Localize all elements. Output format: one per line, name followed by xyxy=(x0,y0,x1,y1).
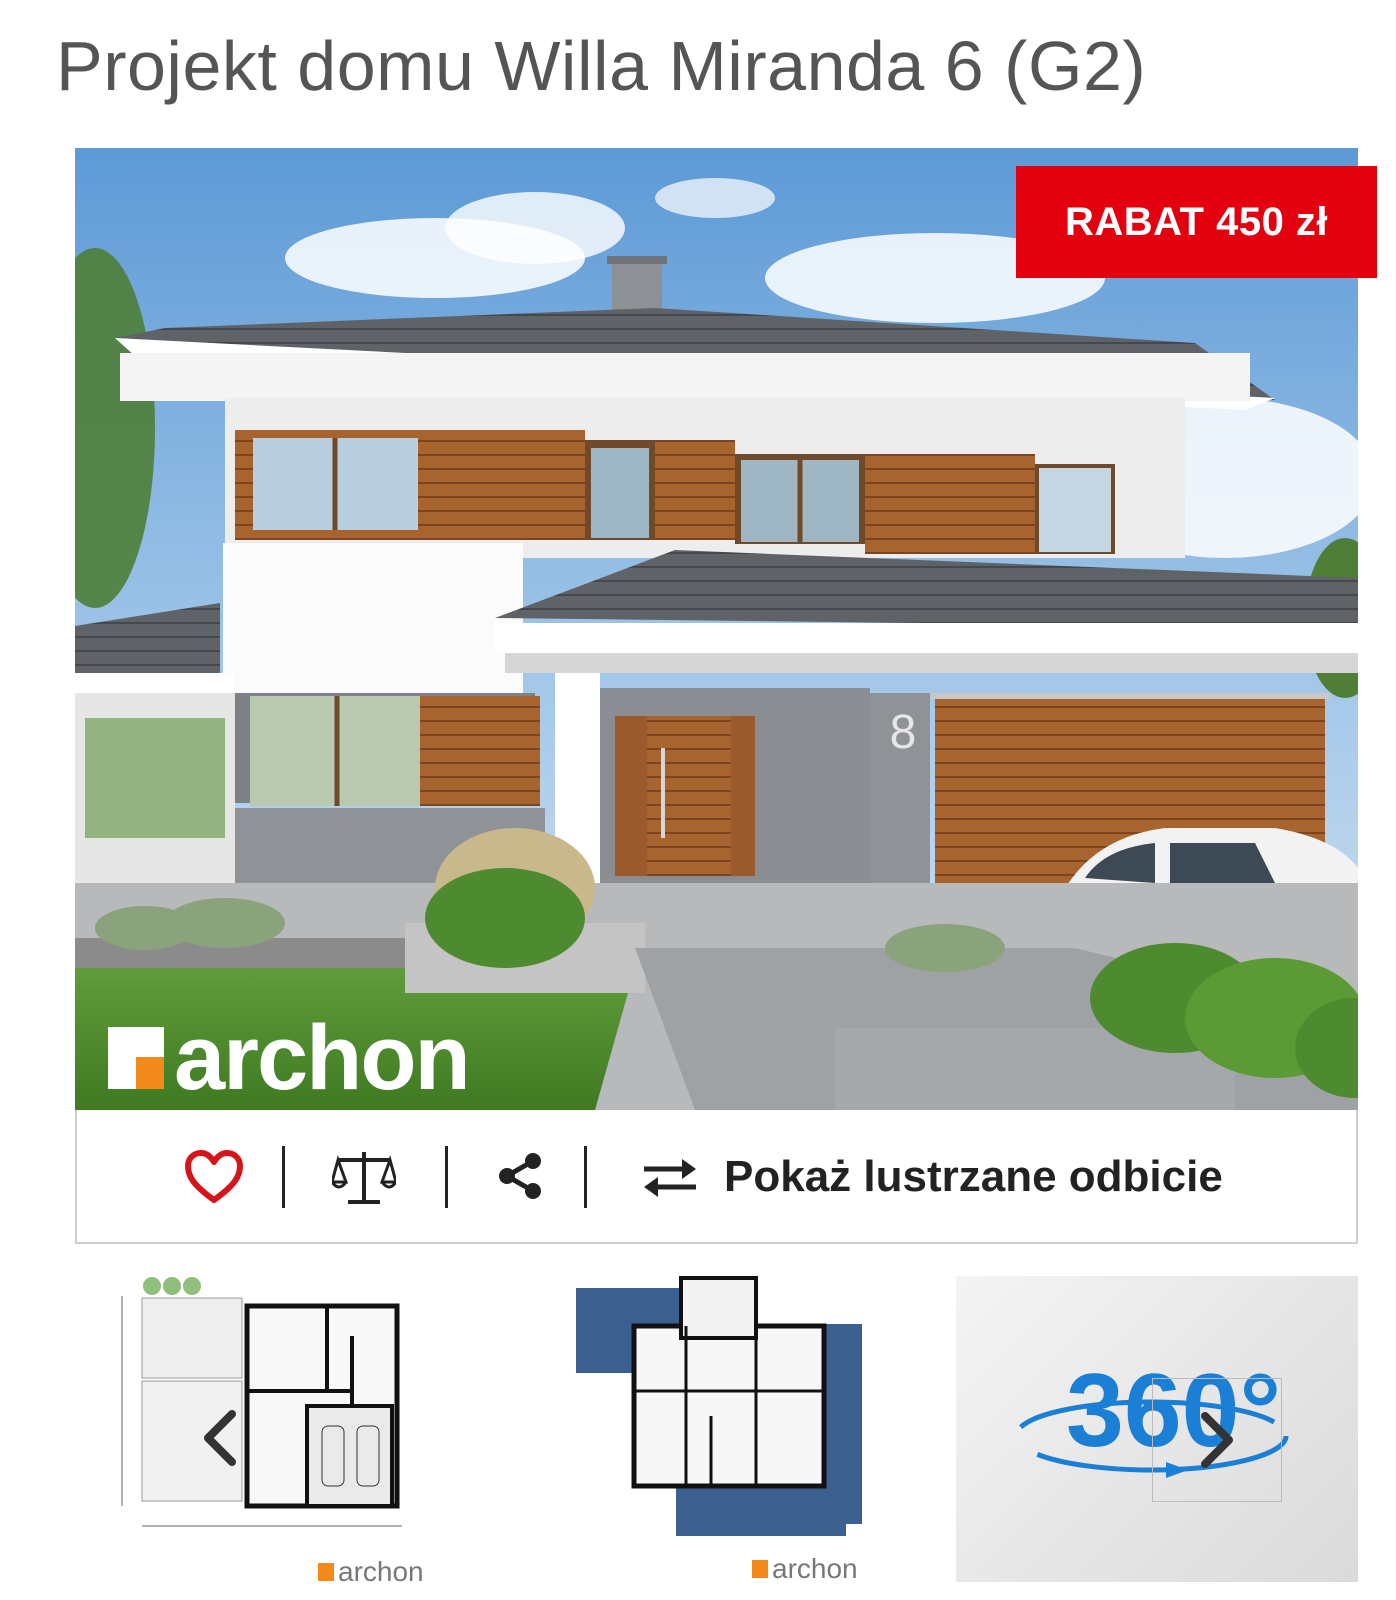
compare-button[interactable] xyxy=(330,1148,398,1206)
thumbnail-brand-text: archon xyxy=(772,1553,858,1584)
house-number: 8 xyxy=(890,706,917,759)
mirror-view-button[interactable]: Pokaż lustrzane odbicie xyxy=(642,1148,1223,1206)
archon-logo: archon xyxy=(108,1007,471,1109)
swap-arrows-icon xyxy=(644,1159,696,1197)
archon-logo-mark xyxy=(108,1027,164,1089)
product-page: Projekt domu Willa Miranda 6 (G2) 8 RABA… xyxy=(0,0,1396,1600)
separator xyxy=(584,1146,587,1208)
discount-badge: RABAT 450 zł xyxy=(1016,166,1377,278)
page-title: Projekt domu Willa Miranda 6 (G2) xyxy=(56,27,1147,105)
thumbnail-ground-floor-plan[interactable] xyxy=(112,1276,432,1586)
action-bar: Pokaż lustrzane odbicie xyxy=(75,1110,1358,1244)
heart-icon xyxy=(185,1150,243,1203)
favorite-button[interactable] xyxy=(185,1150,243,1204)
house-render: 8 xyxy=(75,148,1358,1110)
share-button[interactable] xyxy=(497,1152,543,1200)
chevron-left-icon xyxy=(204,1410,236,1466)
separator xyxy=(445,1146,448,1208)
separator xyxy=(282,1146,285,1208)
thumbnail-upper-floor-plan[interactable] xyxy=(576,1276,862,1586)
archon-logo-mark xyxy=(318,1563,334,1581)
thumbnail-brand-text: archon xyxy=(338,1556,424,1587)
mirror-view-label: Pokaż lustrzane odbicie xyxy=(724,1152,1223,1201)
floor-plan-image xyxy=(576,1276,862,1586)
share-icon xyxy=(499,1153,541,1199)
carousel-prev-button[interactable] xyxy=(180,1378,260,1498)
thumbnail-brand-logo: archon xyxy=(752,1553,858,1585)
scale-icon xyxy=(330,1152,398,1204)
thumbnail-brand-logo: archon xyxy=(318,1556,424,1588)
hero-image[interactable]: 8 xyxy=(75,148,1358,1110)
floor-plan-image xyxy=(112,1276,432,1586)
archon-logo-text: archon xyxy=(174,1007,471,1109)
carousel-next-button[interactable] xyxy=(1152,1378,1282,1502)
archon-logo-mark xyxy=(752,1560,768,1578)
chevron-right-icon xyxy=(1201,1412,1233,1468)
